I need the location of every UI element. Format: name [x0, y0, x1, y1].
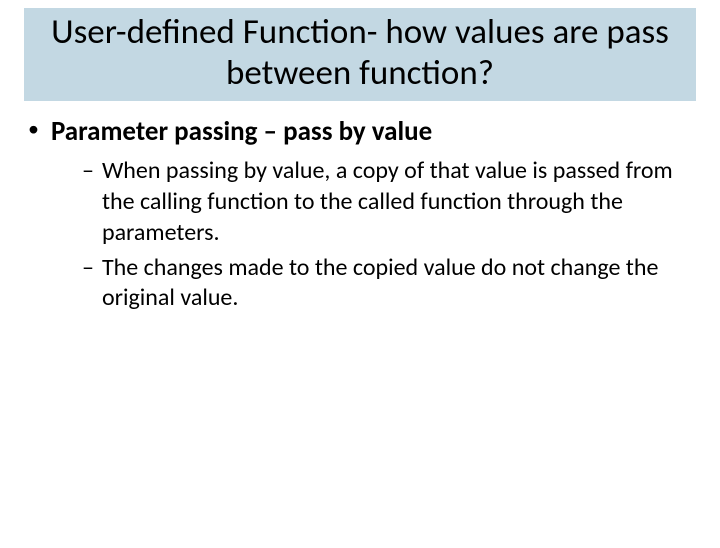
slide-title: User-defined Function- how values are pa… [34, 12, 686, 95]
dash-marker-icon: – [82, 253, 94, 283]
bullet-level-2: – The changes made to the copied value d… [82, 253, 692, 314]
sub-bullet-list: – When passing by value, a copy of that … [28, 156, 692, 314]
bullet-text: Parameter passing – pass by value [51, 115, 432, 149]
bullet-level-2: – When passing by value, a copy of that … [82, 156, 692, 248]
bullet-level-1: • Parameter passing – pass by value [28, 115, 692, 149]
sub-bullet-text: When passing by value, a copy of that va… [102, 156, 692, 248]
slide-content: • Parameter passing – pass by value – Wh… [0, 101, 720, 314]
bullet-marker-icon: • [28, 115, 39, 144]
slide-title-block: User-defined Function- how values are pa… [24, 8, 696, 101]
sub-bullet-text: The changes made to the copied value do … [102, 253, 692, 314]
dash-marker-icon: – [82, 156, 94, 186]
